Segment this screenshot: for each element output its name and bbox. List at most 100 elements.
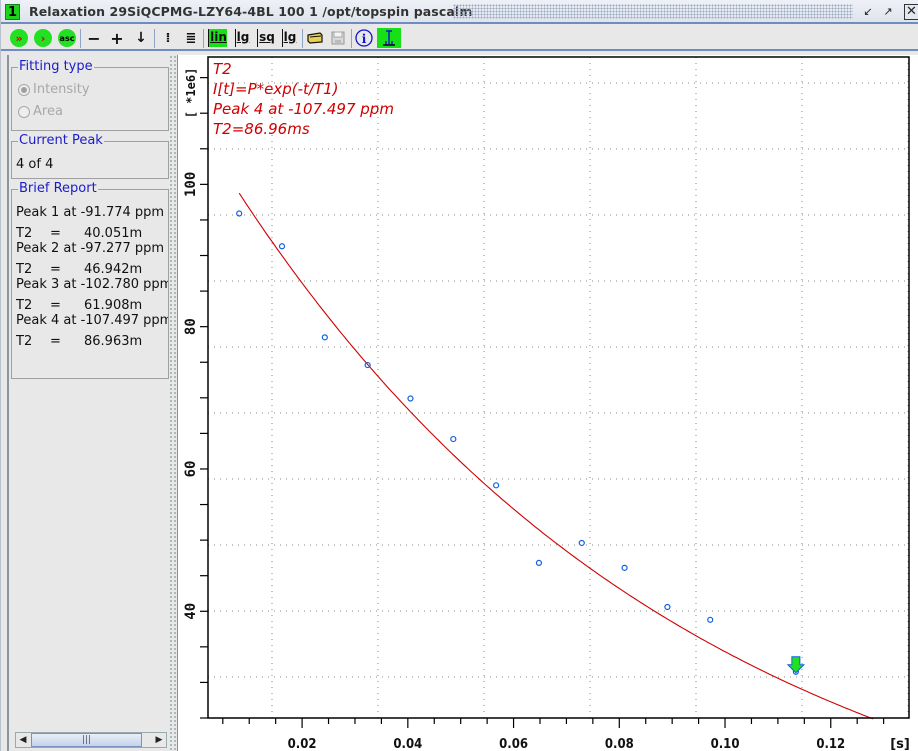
show-points-button[interactable]: ⁞ [159, 28, 177, 48]
toolbar-separator [351, 29, 352, 48]
t2-label: T2 [16, 226, 33, 241]
close-icon: ✕ [906, 4, 917, 19]
t2-value: 40.051m [84, 226, 143, 241]
t2-value: 46.942m [84, 262, 143, 277]
title-drag-area[interactable] [453, 4, 853, 19]
sidebar-horizontal-scrollbar[interactable]: ◀ ||| ▶ [15, 732, 167, 748]
t2-label: T2 [16, 334, 33, 349]
plot-panel: 0.02 0.04 0.06 0.08 0.10 0.12 [s] 40 60 80 100 [ *1… [177, 55, 918, 751]
scale-sq-button[interactable]: sq [256, 28, 276, 48]
report-peak-line: Peak 4 at -107.497 ppm [16, 313, 168, 328]
toolbar-separator [154, 29, 155, 48]
relaxation-window: 1 Relaxation 29SiQCPMG-LZY64-4BL 100 1 /… [0, 0, 918, 751]
data-point [621, 564, 628, 571]
close-button[interactable]: ✕ [904, 4, 918, 20]
radio-intensity[interactable]: Intensity [18, 82, 90, 97]
save-button[interactable] [329, 28, 347, 48]
t2-label: T2 [16, 262, 33, 277]
sidebar: Fitting type Intensity Area Current Peak… [7, 55, 169, 751]
y-tick-label: 100 [183, 172, 199, 197]
info-button[interactable]: i [354, 28, 374, 48]
current-peak-title: Current Peak [18, 133, 104, 148]
scale-lg-button[interactable]: lg [233, 28, 251, 48]
minimize-icon: ↙ [863, 5, 873, 18]
down-arrow-icon: ↓ [135, 30, 147, 46]
chart-annotation: T2=86.96ms [213, 120, 310, 138]
y-tick-label: 80 [183, 318, 199, 335]
increase-button[interactable]: + [108, 28, 126, 48]
svg-text:i: i [362, 32, 367, 46]
maximize-icon: ↗ [883, 5, 893, 18]
x-tick-label: 0.04 [393, 737, 422, 751]
save-icon [331, 31, 345, 45]
data-point [321, 334, 328, 341]
scale-lin-button[interactable]: lin [206, 28, 229, 48]
radio-unselected-icon [18, 105, 30, 118]
green-down-arrow-icon [786, 656, 806, 674]
plot-frame [207, 56, 910, 719]
equals-sign: = [50, 298, 61, 313]
next-button[interactable]: ↓ [132, 28, 150, 48]
data-point [236, 210, 243, 217]
x-tick-label: 0.10 [711, 737, 740, 751]
decrease-button[interactable]: − [85, 28, 103, 48]
maximize-button[interactable]: ↗ [880, 4, 896, 20]
report-peak-line: Peak 2 at -97.277 ppm [16, 241, 165, 256]
report-t2-line: T2 = 46.942m [16, 262, 168, 277]
scroll-left-icon[interactable]: ◀ [16, 733, 30, 747]
y-axis-label: [ *1e6] [184, 68, 198, 119]
double-arrow-icon: » [10, 29, 28, 47]
equals-sign: = [50, 262, 61, 277]
lg-scale-icon: lg [234, 29, 249, 47]
toolbar-separator [302, 29, 303, 48]
data-point [664, 603, 671, 611]
data-point [278, 243, 286, 250]
relaxation-chart[interactable]: 0.02 0.04 0.06 0.08 0.10 0.12 [s] 40 60 80 100 [ *1… [178, 55, 918, 751]
info-icon: i [355, 29, 373, 47]
chart-annotation: T2 [213, 60, 232, 78]
split-pane-divider[interactable] [169, 55, 177, 751]
x-tick-label: 0.08 [605, 737, 634, 751]
fit-all-peaks-button[interactable]: » [9, 28, 29, 48]
show-list-button[interactable]: ≣ [182, 28, 200, 48]
scrollbar-thumb[interactable]: ||| [31, 733, 142, 747]
report-peak-line: Peak 3 at -102.780 ppm [16, 277, 168, 292]
fit-curve [238, 192, 874, 720]
y-tick-label: 40 [183, 603, 199, 620]
equals-sign: = [50, 334, 61, 349]
data-point [407, 395, 414, 402]
window-number-badge: 1 [5, 4, 20, 20]
plus-icon: + [110, 28, 124, 48]
title-bar[interactable]: 1 Relaxation 29SiQCPMG-LZY64-4BL 100 1 /… [1, 0, 918, 24]
fitting-type-group: Fitting type Intensity Area [11, 59, 169, 131]
scale-lglg-button[interactable]: lg [280, 28, 298, 48]
data-point [707, 616, 714, 623]
report-t2-line: T2 = 61.908m [16, 298, 168, 313]
report-t2-line: T2 = 86.963m [16, 334, 168, 349]
radio-intensity-label: Intensity [33, 82, 90, 97]
equals-sign: = [50, 226, 61, 241]
t2-label: T2 [16, 298, 33, 313]
radio-area[interactable]: Area [18, 104, 63, 119]
window-title: Relaxation 29SiQCPMG-LZY64-4BL 100 1 /op… [29, 4, 473, 19]
data-point [493, 482, 500, 489]
toolbar-separator [203, 29, 204, 48]
peak-marker-button[interactable] [377, 28, 401, 48]
ascii-button[interactable]: asc [57, 28, 77, 48]
lglg-scale-icon: lg [281, 29, 296, 47]
folder-icon [307, 32, 323, 44]
chart-annotation: I[t]=P*exp(-t/T1) [213, 80, 339, 98]
data-point [578, 539, 585, 547]
sq-scale-icon: sq [257, 29, 275, 47]
toolbar: » › asc − + ↓ ⁞ ≣ lin lg sq lg i [1, 26, 918, 51]
minimize-button[interactable]: ↙ [860, 4, 876, 20]
list-icon: ≣ [185, 30, 197, 46]
fit-peak-button[interactable]: › [33, 28, 53, 48]
t2-value: 86.963m [84, 334, 143, 349]
chart-annotation: Peak 4 at -107.497 ppm [213, 100, 394, 118]
x-tick-label: 0.12 [816, 737, 845, 751]
scroll-right-icon[interactable]: ▶ [152, 733, 166, 747]
radio-area-label: Area [33, 104, 63, 119]
export-button[interactable] [306, 28, 324, 48]
data-point [535, 559, 543, 566]
